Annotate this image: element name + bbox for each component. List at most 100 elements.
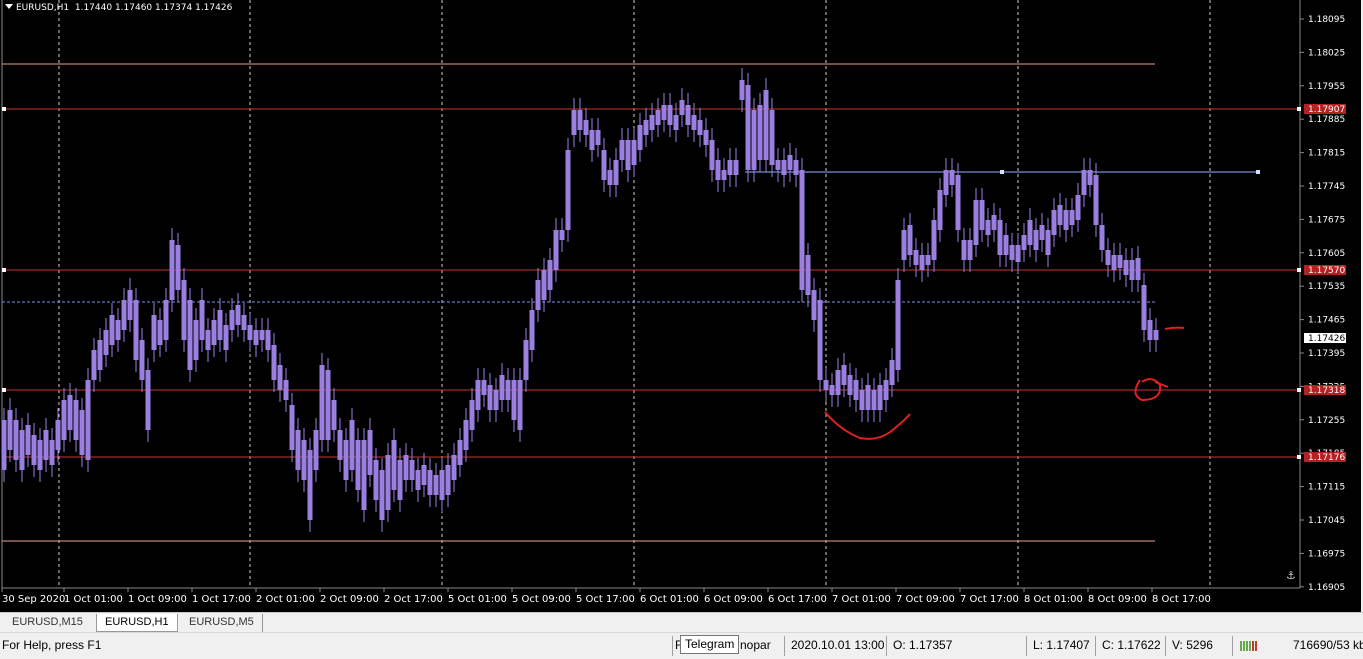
candle-body — [967, 240, 973, 260]
price-tick-label: 1.17745 — [1308, 182, 1345, 192]
candle-body — [799, 170, 805, 290]
candle-body — [523, 340, 529, 380]
candle-body — [307, 450, 313, 520]
candle-body — [721, 170, 727, 180]
status-volume: V: 5296 — [1172, 638, 1213, 652]
candle-body — [175, 245, 181, 290]
candle-body — [1099, 225, 1105, 250]
candle-body — [205, 330, 211, 350]
connection-bars-icon[interactable] — [1240, 639, 1290, 653]
tab-eurusd-m5[interactable]: EURUSD,M5 — [181, 614, 263, 632]
candle-body — [61, 400, 67, 440]
candle-body — [637, 125, 643, 150]
candle-body — [271, 345, 277, 380]
candle-body — [133, 300, 139, 360]
candle-body — [817, 300, 823, 380]
candle-body — [763, 90, 769, 160]
candle-body — [691, 115, 697, 130]
candle-body — [973, 200, 979, 245]
time-tick-label: 6 Oct 17:00 — [768, 594, 827, 605]
candle-body — [445, 465, 451, 495]
candle-body — [331, 400, 337, 430]
candle-body — [619, 140, 625, 160]
candle-body — [1075, 195, 1081, 220]
trendline-handle — [1256, 170, 1260, 174]
time-tick-label: 5 Oct 09:00 — [512, 594, 571, 605]
time-tick-label: 2 Oct 09:00 — [320, 594, 379, 605]
candle-body — [757, 105, 763, 160]
candle-body — [793, 160, 799, 175]
candle-body — [559, 230, 565, 240]
candle-body — [109, 315, 115, 345]
candle-body — [625, 140, 631, 170]
candle-body — [919, 255, 925, 270]
candle-body — [709, 140, 715, 170]
candle-body — [49, 440, 55, 465]
candle-body — [1045, 230, 1051, 255]
candle-body — [595, 130, 601, 145]
candle-body — [1087, 170, 1093, 185]
candle-body — [301, 440, 307, 480]
candle-body — [73, 400, 79, 440]
candle-body — [541, 270, 547, 300]
candle-body — [841, 365, 847, 385]
chart-window[interactable]: 30 Sep 2020 1 Oct 01:00 1 Oct 09:00 1 Oct 1… — [0, 0, 1363, 612]
candle-body — [379, 470, 385, 520]
tab-eurusd-h1[interactable]: EURUSD,H1 — [96, 614, 178, 632]
candle-body — [553, 230, 559, 270]
candle-body — [283, 380, 289, 400]
candle-body — [865, 385, 871, 410]
candle-body — [13, 420, 19, 460]
line-handle — [2, 388, 6, 392]
profile-name[interactable]: nopar — [740, 638, 771, 652]
dropdown-triangle-icon[interactable] — [5, 4, 13, 9]
candle-body — [913, 250, 919, 265]
line-handle — [1297, 455, 1301, 459]
candle-body — [79, 410, 85, 455]
time-tick-label: 5 Oct 17:00 — [576, 594, 635, 605]
candle-body — [577, 110, 583, 130]
chart-symbol-header: EURUSD,H1 1.17440 1.17460 1.17374 1.1742… — [5, 3, 232, 13]
candle-body — [427, 470, 433, 495]
candle-body — [31, 435, 37, 465]
candle-body — [193, 320, 199, 360]
candle-body — [361, 440, 367, 510]
price-chart[interactable]: 30 Sep 20201 Oct 01:00 1 Oct 09:00 1 Oct 1… — [0, 0, 1361, 612]
price-tick-label: 1.17045 — [1308, 516, 1345, 526]
candle-body — [1039, 225, 1045, 240]
candle-body — [157, 320, 163, 345]
candle-body — [847, 375, 853, 395]
candle-body — [607, 170, 613, 185]
candle-body — [1057, 205, 1063, 225]
candle-body — [367, 430, 373, 475]
candle-body — [937, 190, 943, 230]
candle-body — [127, 290, 133, 320]
candle-body — [991, 215, 997, 230]
price-tick-label: 1.17675 — [1308, 215, 1345, 225]
candle-body — [517, 380, 523, 430]
candle-body — [415, 470, 421, 490]
price-tick-label: 1.17885 — [1308, 115, 1345, 125]
chart-shift-icon[interactable]: ⚓ — [1286, 569, 1296, 582]
telegram-tooltip: Telegram — [680, 635, 740, 654]
time-tick-label: 2 Oct 01:00 — [256, 594, 315, 605]
candle-body — [1069, 210, 1075, 225]
price-tick-label: 1.18095 — [1308, 15, 1345, 25]
price-tick-label: 1.17955 — [1308, 82, 1345, 92]
candle-body — [385, 455, 391, 510]
candle-body — [781, 160, 787, 175]
candle-body — [979, 200, 985, 230]
time-tick-label: 5 Oct 01:00 — [448, 594, 507, 605]
time-tick-label: 1 Oct 01:00 — [64, 594, 123, 605]
candle-body — [235, 305, 241, 325]
line-handle — [1297, 388, 1301, 392]
candle-body — [163, 300, 169, 340]
time-tick-label: 6 Oct 01:00 — [640, 594, 699, 605]
line-handle — [1297, 268, 1301, 272]
candle-body — [43, 430, 49, 460]
candle-body — [997, 220, 1003, 255]
candle-body — [1033, 230, 1039, 250]
candle-body — [961, 240, 967, 260]
candle-body — [1051, 210, 1057, 235]
tab-eurusd-m15[interactable]: EURUSD,M15 — [4, 614, 91, 632]
